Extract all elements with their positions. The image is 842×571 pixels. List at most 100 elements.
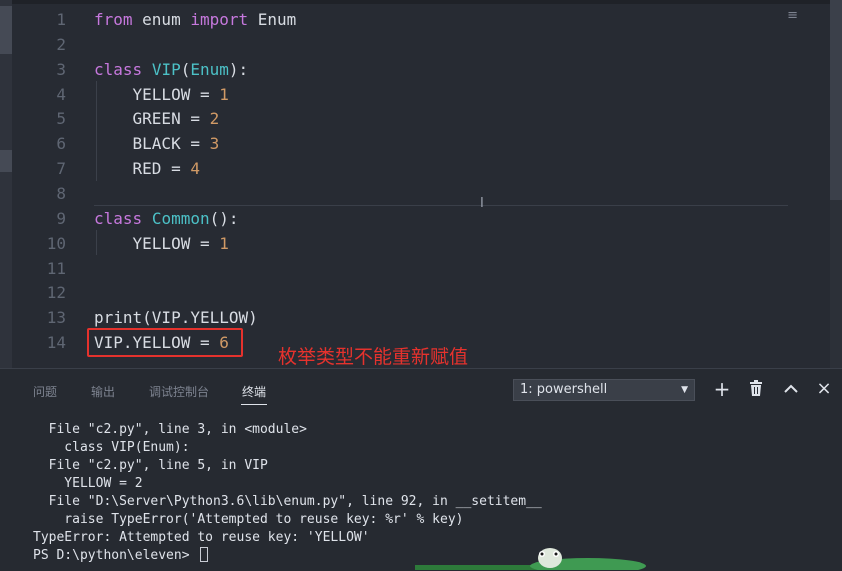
line-number: 5 [56, 109, 66, 129]
code-text: GREEN = 2 [94, 106, 220, 131]
code-token: Common [151, 208, 210, 228]
code-text: from enum import Enum [94, 7, 296, 32]
indent-guide [96, 81, 97, 181]
line-number: 10 [46, 233, 66, 253]
editor-scrollbar[interactable] [830, 0, 842, 368]
tab-terminal[interactable]: 终端 [242, 383, 266, 400]
code-text: print(VIP.YELLOW) [94, 305, 258, 330]
line-number: 6 [56, 134, 66, 154]
code-token: enum [132, 10, 191, 29]
code-line[interactable]: 4 YELLOW = 1 [0, 82, 790, 107]
code-text: RED = 4 [94, 156, 200, 181]
code-line[interactable]: 2 [0, 32, 790, 57]
highlight-box [87, 328, 243, 357]
code-token: 1 [219, 84, 229, 104]
code-line[interactable]: 10 YELLOW = 1 [0, 231, 790, 256]
line-number: 12 [46, 283, 66, 303]
code-token: import [190, 10, 249, 29]
tab-debug-console[interactable]: 调试控制台 [149, 383, 209, 400]
code-token: class [94, 208, 143, 228]
add-terminal-icon[interactable]: + [713, 379, 731, 399]
active-tab-indicator [241, 404, 267, 405]
code-line[interactable]: 7 RED = 4 [0, 156, 790, 181]
code-token: VIP [151, 59, 181, 79]
code-token: (): [209, 208, 239, 228]
code-text: YELLOW = 1 [94, 231, 229, 256]
vscode-window: 1 from enum import Enum 2 3 class VIP(Enum):… [0, 0, 842, 571]
terminal-text: File "D:\Server\Python3.6\lib\enum.py", … [33, 494, 542, 509]
code-line[interactable]: 1 from enum import Enum [0, 7, 790, 32]
scrollbar-thumb[interactable] [830, 0, 842, 200]
terminal-select[interactable]: 1: powershell ▼ [513, 379, 695, 401]
code-token: GREEN = [94, 109, 210, 129]
terminal-text: raise TypeError('Attempted to reuse key:… [33, 512, 464, 527]
terminal-text: File "c2.py", line 5, in VIP [33, 458, 268, 473]
code-token: 3 [209, 134, 220, 154]
code-text: BLACK = 3 [94, 131, 220, 156]
terminal-text: PS D:\python\eleven> [33, 548, 198, 563]
code-text: class Common(): [94, 206, 239, 231]
terminal-text: YELLOW = 2 [33, 476, 143, 491]
code-line[interactable]: 11 [0, 256, 790, 281]
tab-problems[interactable]: 问题 [33, 383, 57, 400]
code-token: YELLOW = [94, 84, 220, 104]
code-line[interactable]: 12 [0, 280, 790, 305]
code-line[interactable]: 13 print(VIP.YELLOW) [0, 305, 790, 330]
code-line[interactable]: 8 [0, 181, 790, 206]
code-token: 4 [190, 159, 200, 179]
code-text: YELLOW = 1 [94, 82, 229, 107]
code-token: ( [180, 59, 191, 79]
terminal-cursor [200, 547, 209, 562]
indent-guide [96, 230, 97, 255]
code-token: from [94, 10, 133, 29]
code-token: 1 [219, 233, 229, 253]
terminal-line: TypeError: Attempted to reuse key: 'YELL… [33, 529, 370, 547]
annotation-text: 枚举类型不能重新赋值 [278, 346, 469, 368]
line-number: 3 [56, 59, 66, 79]
terminal-line: YELLOW = 2 [33, 475, 143, 493]
code-token: Enum [248, 10, 297, 29]
code-editor[interactable]: 1 from enum import Enum 2 3 class VIP(Enum):… [0, 0, 842, 368]
terminal-line: File "c2.py", line 5, in VIP [33, 457, 268, 475]
line-number: 2 [56, 34, 66, 54]
code-line[interactable]: 6 BLACK = 3 [0, 131, 790, 156]
close-icon[interactable]: × [815, 380, 833, 398]
code-line[interactable]: 5 GREEN = 2 [0, 106, 790, 131]
line-number: 9 [56, 208, 66, 228]
terminal-text: File "c2.py", line 3, in <module> [33, 422, 307, 437]
line-number: 11 [46, 258, 66, 278]
code-text: class VIP(Enum): [94, 57, 248, 82]
terminal-line: File "c2.py", line 3, in <module> [33, 421, 307, 439]
terminal-line: File "D:\Server\Python3.6\lib\enum.py", … [33, 493, 542, 511]
text-cursor-icon: I [480, 196, 484, 211]
code-token: class [94, 59, 143, 79]
code-token: Enum [190, 59, 229, 79]
line-number: 7 [56, 159, 66, 179]
terminal-line: class VIP(Enum): [33, 439, 190, 457]
code-token: print(VIP.YELLOW) [94, 308, 258, 328]
bottom-panel: 问题 输出 调试控制台 终端 1: powershell ▼ + × File … [0, 368, 842, 571]
terminal-select-value: 1: powershell [520, 382, 608, 397]
line-number: 14 [46, 333, 66, 353]
line-number: 8 [56, 183, 66, 203]
mascot-icon [530, 548, 646, 570]
code-line[interactable]: 9 class Common(): [0, 206, 790, 231]
code-line[interactable]: 3 class VIP(Enum): [0, 57, 790, 82]
terminal-text: class VIP(Enum): [33, 440, 190, 455]
terminal-prompt: PS D:\python\eleven> [33, 547, 209, 565]
chevron-up-icon[interactable] [782, 380, 800, 398]
line-number: 4 [56, 84, 66, 104]
code-token: 2 [209, 109, 220, 129]
current-line-highlight [94, 205, 788, 206]
line-number: 13 [46, 308, 66, 328]
line-number: 1 [56, 10, 66, 29]
minimap-icon[interactable]: ≡ [787, 8, 798, 23]
code-token: BLACK = [94, 134, 210, 154]
code-token: ): [228, 59, 249, 79]
trash-icon[interactable] [747, 380, 765, 398]
code-token: YELLOW = [94, 233, 220, 253]
terminal-text: TypeError: Attempted to reuse key: 'YELL… [33, 530, 370, 545]
tab-output[interactable]: 输出 [91, 383, 115, 400]
